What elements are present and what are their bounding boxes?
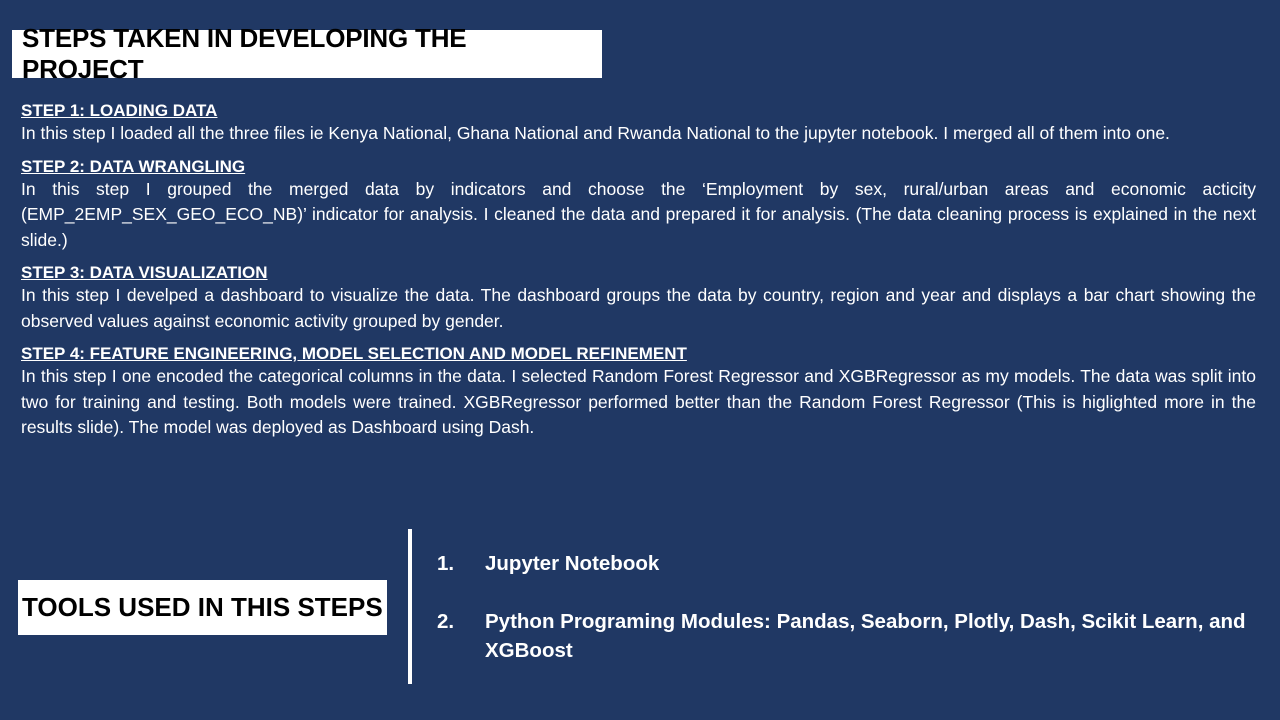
tools-list: 1. Jupyter Notebook 2. Python Programing… bbox=[437, 549, 1257, 694]
steps-section: STEP 1: LOADING DATA In this step I load… bbox=[21, 100, 1256, 450]
tools-heading: TOOLS USED IN THIS STEPS bbox=[18, 580, 387, 635]
step-2-heading: STEP 2: DATA WRANGLING bbox=[21, 156, 246, 176]
tool-item-1-number: 1. bbox=[437, 552, 455, 575]
step-1: STEP 1: LOADING DATA In this step I load… bbox=[21, 100, 1256, 147]
tool-item-1-text: Jupyter Notebook bbox=[485, 552, 660, 575]
tool-item-1: 1. Jupyter Notebook bbox=[437, 549, 1257, 578]
tool-item-2: 2. Python Programing Modules: Pandas, Se… bbox=[437, 607, 1257, 665]
step-4-heading: STEP 4: FEATURE ENGINEERING, MODEL SELEC… bbox=[21, 344, 687, 363]
tool-item-2-text: Python Programing Modules: Pandas, Seabo… bbox=[485, 610, 1246, 662]
step-3-heading: STEP 3: DATA VISUALIZATION bbox=[21, 263, 268, 282]
tool-item-2-number: 2. bbox=[437, 610, 455, 633]
step-3: STEP 3: DATA VISUALIZATION In this step … bbox=[21, 262, 1256, 334]
step-3-body: In this step I develped a dashboard to v… bbox=[21, 285, 1256, 331]
vertical-divider bbox=[408, 529, 412, 684]
step-4: STEP 4: FEATURE ENGINEERING, MODEL SELEC… bbox=[21, 343, 1256, 441]
step-4-body: In this step I one encoded the categoric… bbox=[21, 366, 1256, 437]
slide-title: STEPS TAKEN IN DEVELOPING THE PROJECT bbox=[12, 23, 602, 84]
step-1-body: In this step I loaded all the three file… bbox=[21, 123, 1170, 143]
step-2-body: In this step I grouped the merged data b… bbox=[21, 178, 1256, 250]
step-1-heading: STEP 1: LOADING DATA bbox=[21, 101, 218, 120]
step-2: STEP 2: DATA WRANGLING In this step I gr… bbox=[21, 156, 1256, 254]
slide: STEPS TAKEN IN DEVELOPING THE PROJECT ST… bbox=[0, 0, 1280, 720]
